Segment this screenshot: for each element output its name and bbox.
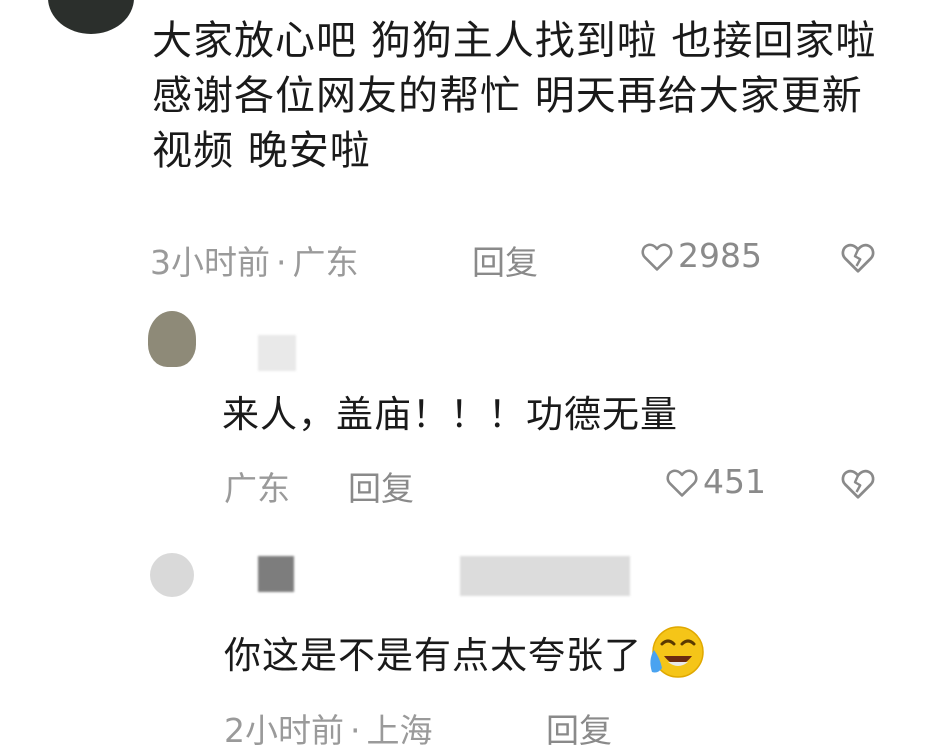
reply-location: 广东 xyxy=(224,469,290,508)
like-count: 2985 xyxy=(678,236,762,275)
username-redacted xyxy=(460,556,630,596)
reply-text: 你这是不是有点太夸张了 xyxy=(224,624,706,680)
reply-text: 来人，盖庙！！！功德无量 xyxy=(222,393,678,436)
comment-meta: 3小时前 · 广东 xyxy=(150,243,359,282)
like-button[interactable]: 2985 xyxy=(640,236,762,275)
heart-outline-icon xyxy=(641,243,673,271)
broken-heart-icon[interactable] xyxy=(840,466,876,500)
reply-location: 上海 xyxy=(366,711,433,750)
username-redacted xyxy=(258,335,296,371)
comment-text: 大家放心吧 狗狗主人找到啦 也接回家啦 感谢各位网友的帮忙 明天再给大家更新视频… xyxy=(152,18,877,174)
broken-heart-icon[interactable] xyxy=(840,240,876,274)
reply-button[interactable]: 回复 xyxy=(348,462,414,510)
reply-time: 2小时前 xyxy=(224,711,344,750)
reply-meta: 2小时前 · 上海 xyxy=(224,711,433,750)
comment-location: 广东 xyxy=(292,243,359,282)
reply-button[interactable]: 回复 xyxy=(546,704,612,752)
reply-button[interactable]: 回复 xyxy=(472,236,538,284)
like-count: 451 xyxy=(703,462,766,501)
reply-text-content: 你这是不是有点太夸张了 xyxy=(224,634,642,677)
avatar[interactable] xyxy=(48,0,134,34)
avatar[interactable] xyxy=(150,553,194,597)
username-redacted xyxy=(258,556,294,592)
laughing-crying-emoji xyxy=(650,626,704,678)
like-button[interactable]: 451 xyxy=(665,462,766,501)
comment-time: 3小时前 xyxy=(150,243,270,282)
heart-outline-icon xyxy=(666,469,698,497)
avatar[interactable] xyxy=(148,311,196,367)
